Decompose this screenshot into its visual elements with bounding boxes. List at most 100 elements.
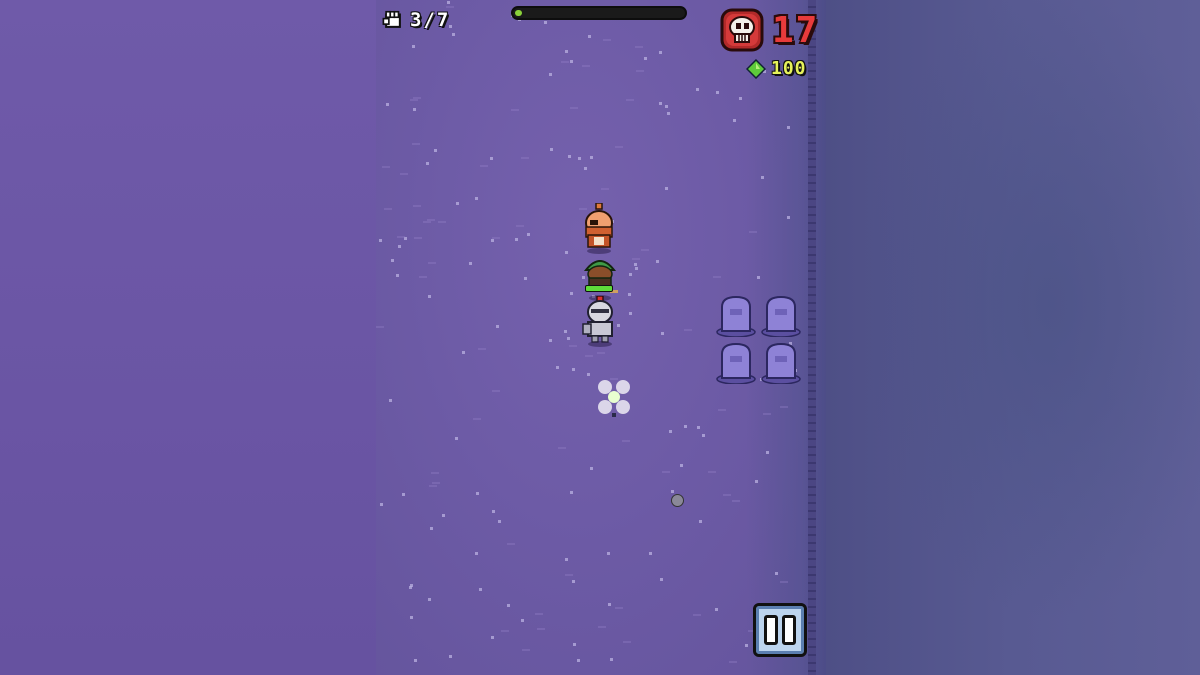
- grass-tuft: [582, 61, 590, 67]
- ground-speck: [716, 91, 719, 94]
- ground-speck: [496, 325, 499, 328]
- grass-tuft: [729, 657, 737, 663]
- ranger-hero: [583, 260, 618, 301]
- ground-speck: [590, 467, 593, 470]
- ground-speck: [572, 580, 575, 583]
- ground-speck: [386, 103, 389, 106]
- level-progress-bar: [511, 6, 687, 20]
- grass-tuft: [623, 637, 631, 643]
- ground-speck: [475, 552, 478, 555]
- tombstone: [716, 342, 756, 384]
- grass-tuft: [615, 603, 623, 609]
- grass-tuft: [507, 539, 515, 545]
- ground-speck: [410, 616, 413, 619]
- ground-speck: [456, 202, 459, 205]
- grass-tuft: [585, 351, 593, 357]
- grass-tuft: [400, 169, 408, 175]
- ground-speck: [715, 608, 718, 611]
- fence: [808, 0, 816, 675]
- ground-speck: [671, 490, 674, 493]
- ground-speck: [745, 644, 748, 647]
- pause-bar-right: [782, 615, 796, 645]
- grass-tuft: [635, 42, 643, 48]
- grass-tuft: [780, 402, 788, 408]
- ground-speck: [634, 263, 637, 266]
- ground-speck: [656, 260, 659, 263]
- grass-tuft: [376, 322, 384, 328]
- grass-tuft: [384, 204, 392, 210]
- gem-counter: 100: [746, 58, 807, 79]
- grass-tuft: [662, 467, 670, 473]
- ground-speck: [739, 97, 742, 100]
- grass-tuft: [565, 570, 573, 576]
- grass-tuft: [713, 272, 721, 278]
- ground-speck: [587, 373, 590, 376]
- gem-count-text: 100: [771, 58, 807, 79]
- grass-tuft: [431, 468, 439, 474]
- grass-tuft: [382, 162, 390, 168]
- grass-tuft: [641, 245, 649, 251]
- grass-tuft: [428, 258, 436, 264]
- ground-speck: [573, 643, 576, 646]
- ground-speck: [380, 503, 383, 506]
- grass-tuft: [693, 610, 701, 616]
- grass-tuft: [501, 626, 509, 632]
- ground-speck: [475, 197, 478, 200]
- grass-tuft: [511, 105, 519, 111]
- ground-speck: [684, 425, 687, 428]
- ground-speck: [568, 155, 571, 158]
- grass-tuft: [414, 233, 422, 239]
- right-background: [826, 0, 1200, 675]
- ground-speck: [549, 339, 552, 342]
- grass-tuft: [410, 95, 418, 101]
- grass-tuft: [603, 35, 611, 41]
- grass-tuft: [622, 436, 630, 442]
- ground-speck: [396, 274, 399, 277]
- ground-speck: [442, 514, 445, 517]
- ground-speck: [665, 187, 668, 190]
- grass-tuft: [438, 217, 446, 223]
- grass-tuft: [492, 386, 500, 392]
- grass-tuft: [632, 254, 640, 260]
- grass-tuft: [412, 139, 420, 145]
- ground-speck: [570, 292, 573, 295]
- ground-speck: [402, 493, 405, 496]
- grass-tuft: [473, 414, 481, 420]
- ground-speck: [398, 245, 401, 248]
- ground-speck: [570, 60, 573, 63]
- ground-speck: [413, 108, 416, 111]
- ground-speck: [572, 368, 575, 371]
- grass-tuft: [521, 153, 529, 159]
- ground-speck: [469, 262, 472, 265]
- tombstone: [761, 342, 801, 384]
- ground-speck: [577, 659, 580, 662]
- ground-speck: [521, 619, 524, 622]
- pause-icon: [762, 615, 798, 645]
- ground-speck: [588, 35, 591, 38]
- grass-tuft: [522, 645, 530, 651]
- pause-button[interactable]: [753, 603, 807, 657]
- ground-speck: [565, 50, 568, 53]
- ground-speck: [490, 157, 493, 160]
- ground-speck: [476, 492, 479, 495]
- ground-speck: [699, 520, 702, 523]
- hero-health-fill: [586, 286, 612, 291]
- ground-speck: [391, 259, 394, 262]
- grass-tuft: [423, 217, 431, 223]
- grass-tuft: [626, 95, 634, 101]
- green-gem-icon: [746, 58, 766, 79]
- ground-speck: [659, 51, 662, 54]
- grass-tuft: [732, 496, 740, 502]
- grass-tuft: [718, 405, 726, 411]
- ground-speck: [430, 527, 433, 530]
- ground-speck: [644, 57, 647, 60]
- tombstone: [716, 295, 756, 337]
- ground-speck: [449, 655, 452, 658]
- grass-tuft: [480, 161, 488, 167]
- ground-speck: [389, 399, 392, 402]
- pebble: [671, 494, 684, 507]
- ground-speck: [565, 251, 568, 254]
- ground-speck: [549, 73, 552, 76]
- ground-speck: [379, 239, 382, 242]
- ground-speck: [544, 21, 547, 24]
